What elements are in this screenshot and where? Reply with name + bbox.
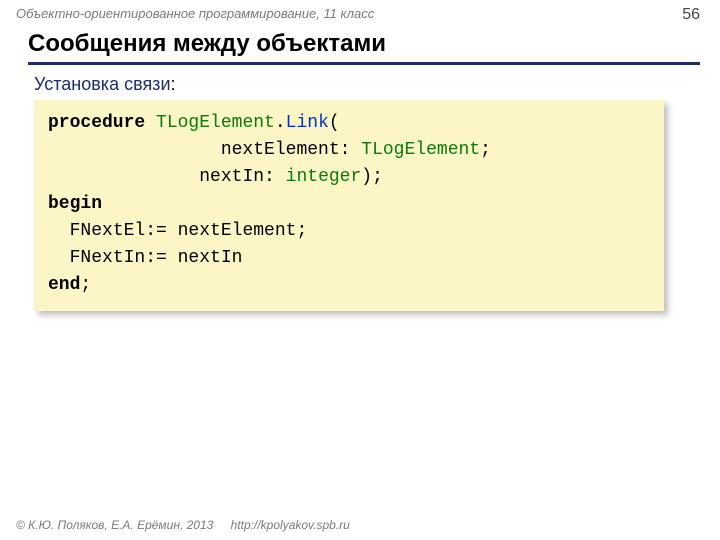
param1-type: TLogElement: [361, 140, 480, 160]
page-number: 56: [682, 6, 700, 24]
colon1: :: [340, 140, 351, 160]
code-line-1: FNextEl:= nextElement;: [70, 221, 308, 241]
breadcrumb: Объектно-ориентированное программировани…: [16, 6, 374, 21]
end-semicolon: ;: [80, 275, 91, 295]
subtitle: Установка связи:: [34, 74, 176, 95]
code-block: procedure TLogElement.Link( nextElement:…: [34, 100, 664, 311]
subtitle-text: Установка связи: [34, 74, 171, 94]
subtitle-colon: :: [171, 74, 176, 94]
kw-procedure: procedure: [48, 113, 145, 133]
param2-name: nextIn: [199, 167, 264, 187]
page-title: Сообщения между объектами: [28, 30, 700, 65]
class-name: TLogElement: [156, 113, 275, 133]
param2-type: integer: [286, 167, 362, 187]
close-paren: ): [361, 167, 372, 187]
footer: © К.Ю. Поляков, Е.А. Ерёмин, 2013 http:/…: [16, 518, 350, 532]
dot: .: [275, 113, 286, 133]
kw-end: end: [48, 275, 80, 295]
slide: Объектно-ориентированное программировани…: [0, 0, 720, 540]
semicolon2: ;: [372, 167, 383, 187]
open-paren: (: [329, 113, 340, 133]
colon2: :: [264, 167, 275, 187]
footer-link: http://kpolyakov.spb.ru: [231, 518, 350, 532]
method-name: Link: [286, 113, 329, 133]
semicolon1: ;: [480, 140, 491, 160]
kw-begin: begin: [48, 194, 102, 214]
param1-name: nextElement: [221, 140, 340, 160]
footer-copyright: © К.Ю. Поляков, Е.А. Ерёмин, 2013: [16, 518, 213, 532]
code-line-2: FNextIn:= nextIn: [70, 248, 243, 268]
